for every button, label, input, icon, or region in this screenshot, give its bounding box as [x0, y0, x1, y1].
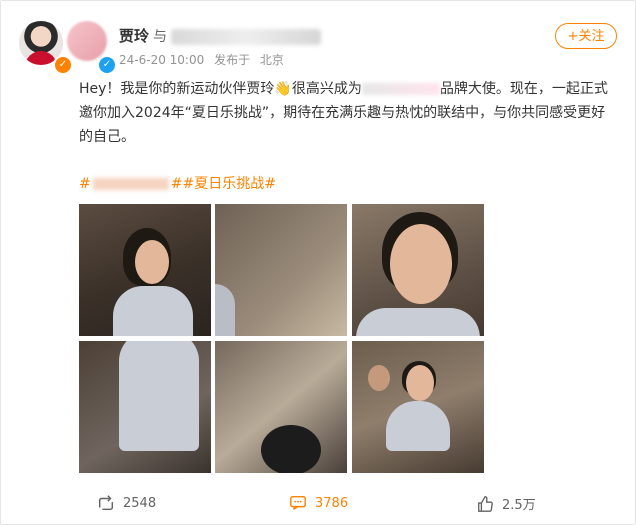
repost-action[interactable]: 2548	[97, 494, 156, 512]
verified-badge-icon: ✓	[53, 55, 73, 75]
verified-badge-icon: ✓	[97, 55, 117, 75]
repost-count: 2548	[123, 495, 157, 511]
comment-action[interactable]: 3786	[289, 494, 348, 512]
post-body: Hey！我是你的新运动伙伴贾玲👋很高兴成为 品牌大使。现在，一起正式邀你加入202…	[79, 77, 619, 149]
repost-icon	[98, 495, 114, 511]
post-location: 北京	[259, 53, 284, 67]
blurred-co-author-name	[171, 28, 322, 45]
photo-3[interactable]	[352, 204, 484, 336]
photo-2[interactable]	[215, 204, 347, 336]
photo-5[interactable]	[215, 341, 347, 473]
photo-1[interactable]	[79, 204, 211, 336]
like-action[interactable]: 2.5万	[476, 494, 536, 513]
with-text: 与	[153, 29, 168, 45]
post-meta: 24-6-20 10:00 发布于 北京	[119, 51, 290, 68]
comment-count: 3786	[315, 495, 349, 511]
photo-6[interactable]	[352, 341, 484, 473]
follow-button[interactable]: +关注	[555, 23, 617, 49]
blurred-hashtag	[92, 178, 169, 190]
published-from-label: 发布于	[214, 53, 251, 67]
hashtag-summer-challenge[interactable]: ##夏日乐挑战#	[171, 176, 276, 192]
hashtag-prefix: #	[79, 176, 91, 192]
author-names: 贾玲与	[119, 25, 322, 46]
post-hashtags[interactable]: # ##夏日乐挑战#	[79, 173, 276, 193]
photo-grid	[79, 204, 485, 474]
like-count: 2.5万	[502, 498, 536, 513]
like-icon	[478, 495, 493, 512]
comment-icon	[290, 495, 306, 510]
author-name[interactable]: 贾玲	[119, 27, 149, 45]
co-author-avatar[interactable]	[67, 21, 107, 61]
weibo-post-card: ✓ ✓ 贾玲与 24-6-20 10:00 发布于 北京 +关注 Hey！我是你…	[0, 0, 636, 525]
photo-4[interactable]	[79, 341, 211, 473]
post-actions: 2548 3786 2.5万	[1, 486, 635, 522]
post-timestamp[interactable]: 24-6-20 10:00	[119, 53, 204, 67]
post-body-text: Hey！我是你的新运动伙伴贾玲👋很高兴成为	[79, 81, 362, 97]
blurred-brand-name	[361, 83, 440, 95]
